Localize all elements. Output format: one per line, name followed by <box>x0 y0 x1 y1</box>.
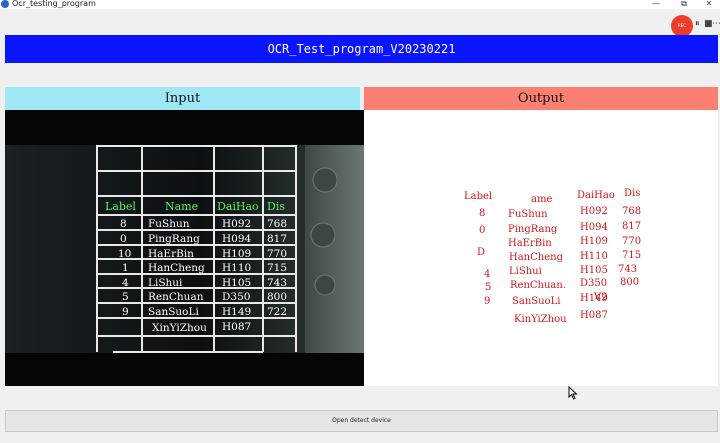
window-titlebar: Ocr_testing_program — ⧉ ✕ <box>0 0 720 9</box>
ocr-text: 0 <box>479 225 486 236</box>
cam-cell: 1 <box>122 262 129 274</box>
more-icon[interactable]: ⋯ <box>712 19 720 29</box>
ocr-text: HanCheng <box>509 252 563 263</box>
ocr-text: Dis <box>624 188 641 199</box>
cam-cell: 722 <box>267 306 287 318</box>
ocr-text: H110 <box>580 251 608 262</box>
ocr-text: H092 <box>580 206 608 217</box>
maximize-icon[interactable]: ⧉ <box>678 0 690 8</box>
cam-cell: 800 <box>267 291 287 303</box>
record-badge[interactable]: REC <box>671 15 693 37</box>
cam-cell: 817 <box>267 233 287 245</box>
cam-cell: 10 <box>118 248 131 260</box>
cam-cell: 8 <box>120 218 127 230</box>
ocr-text: ame <box>531 194 553 205</box>
ocr-output-panel: Label ame DaiHao Dis 8 FuShun H092 768 0… <box>364 110 718 386</box>
ocr-text: H094 <box>580 222 608 233</box>
close-icon[interactable]: ✕ <box>703 0 715 8</box>
cam-cell: H110 <box>222 262 251 274</box>
ocr-text: RenChuan. <box>510 280 567 291</box>
cam-cell: 0 <box>120 233 127 245</box>
ocr-text: 9 <box>484 296 491 307</box>
ocr-text: H109 <box>580 236 608 247</box>
ocr-text: 8 <box>479 208 486 219</box>
ocr-text: 4 <box>484 269 491 280</box>
ocr-text: 768 <box>622 206 642 217</box>
ocr-text: LiShui <box>509 266 542 277</box>
ocr-text: H105 <box>580 265 608 276</box>
ocr-text: Label <box>464 191 493 202</box>
ocr-text: PingRang <box>508 224 558 235</box>
cam-cell: 743 <box>267 277 287 289</box>
cam-cell: H094 <box>222 233 252 245</box>
cam-cell: H087 <box>222 321 251 333</box>
ocr-text: DaiHao <box>577 190 615 201</box>
ocr-text: 817 <box>622 221 642 232</box>
cam-header-dis: Dis <box>267 200 285 213</box>
output-header: Output <box>364 87 718 110</box>
cam-header-label: Label <box>105 200 136 213</box>
cam-cell: 770 <box>267 248 287 260</box>
pause-icon[interactable]: ⏸ <box>695 19 700 29</box>
ocr-text: H087 <box>580 310 608 321</box>
mouse-cursor-icon <box>568 386 578 400</box>
input-header: Input <box>5 87 360 110</box>
cam-header-name: Name <box>165 200 198 213</box>
cam-cell: H105 <box>222 277 251 289</box>
cam-cell: 4 <box>122 277 129 289</box>
cam-cell: FuShun <box>148 218 190 230</box>
camera-image: Label Name DaiHao Dis 8 FuShun H092 768 … <box>5 110 364 386</box>
ocr-text: D350 <box>580 278 608 289</box>
cam-cell: 9 <box>122 306 129 318</box>
app-icon <box>1 0 9 8</box>
cam-cell: D350 <box>222 291 250 303</box>
ocr-text: KinYiZhou <box>514 314 567 325</box>
cam-cell: PingRang <box>148 233 200 245</box>
program-banner: OCR_Test_program_V20230221 <box>5 35 718 63</box>
ocr-text: 5 <box>485 282 492 293</box>
ocr-text: 715 <box>622 250 642 261</box>
cam-cell: H109 <box>222 248 251 260</box>
ocr-text: SanSuoLi <box>512 296 561 307</box>
window-title: Ocr_testing_program <box>12 0 96 8</box>
cam-cell: LiShui <box>148 277 183 289</box>
cam-cell: SanSuoLi <box>148 306 199 318</box>
minimize-icon[interactable]: — <box>650 0 662 8</box>
cam-cell: RenChuan <box>148 291 204 303</box>
cam-cell: 5 <box>122 291 129 303</box>
cam-cell: 768 <box>267 218 287 230</box>
cam-cell: H149 <box>222 306 251 318</box>
cam-cell: HaErBin <box>148 248 194 260</box>
ocr-text: V2 <box>594 292 608 303</box>
open-detect-device-button[interactable]: Open detect device <box>5 410 718 432</box>
cam-cell: HanCheng <box>148 262 205 274</box>
ocr-text: HaErBin <box>508 238 552 249</box>
ocr-text: 743 <box>618 264 638 275</box>
ocr-text: 770 <box>622 236 642 247</box>
cam-header-daihao: DaiHao <box>217 200 259 213</box>
ocr-text: 800 <box>620 277 640 288</box>
cam-cell: H092 <box>222 218 251 230</box>
ocr-text: FuShun <box>508 209 548 220</box>
cam-cell: 715 <box>267 262 287 274</box>
ocr-text: D <box>477 247 486 258</box>
cam-cell: XinYiZhou <box>152 322 207 334</box>
